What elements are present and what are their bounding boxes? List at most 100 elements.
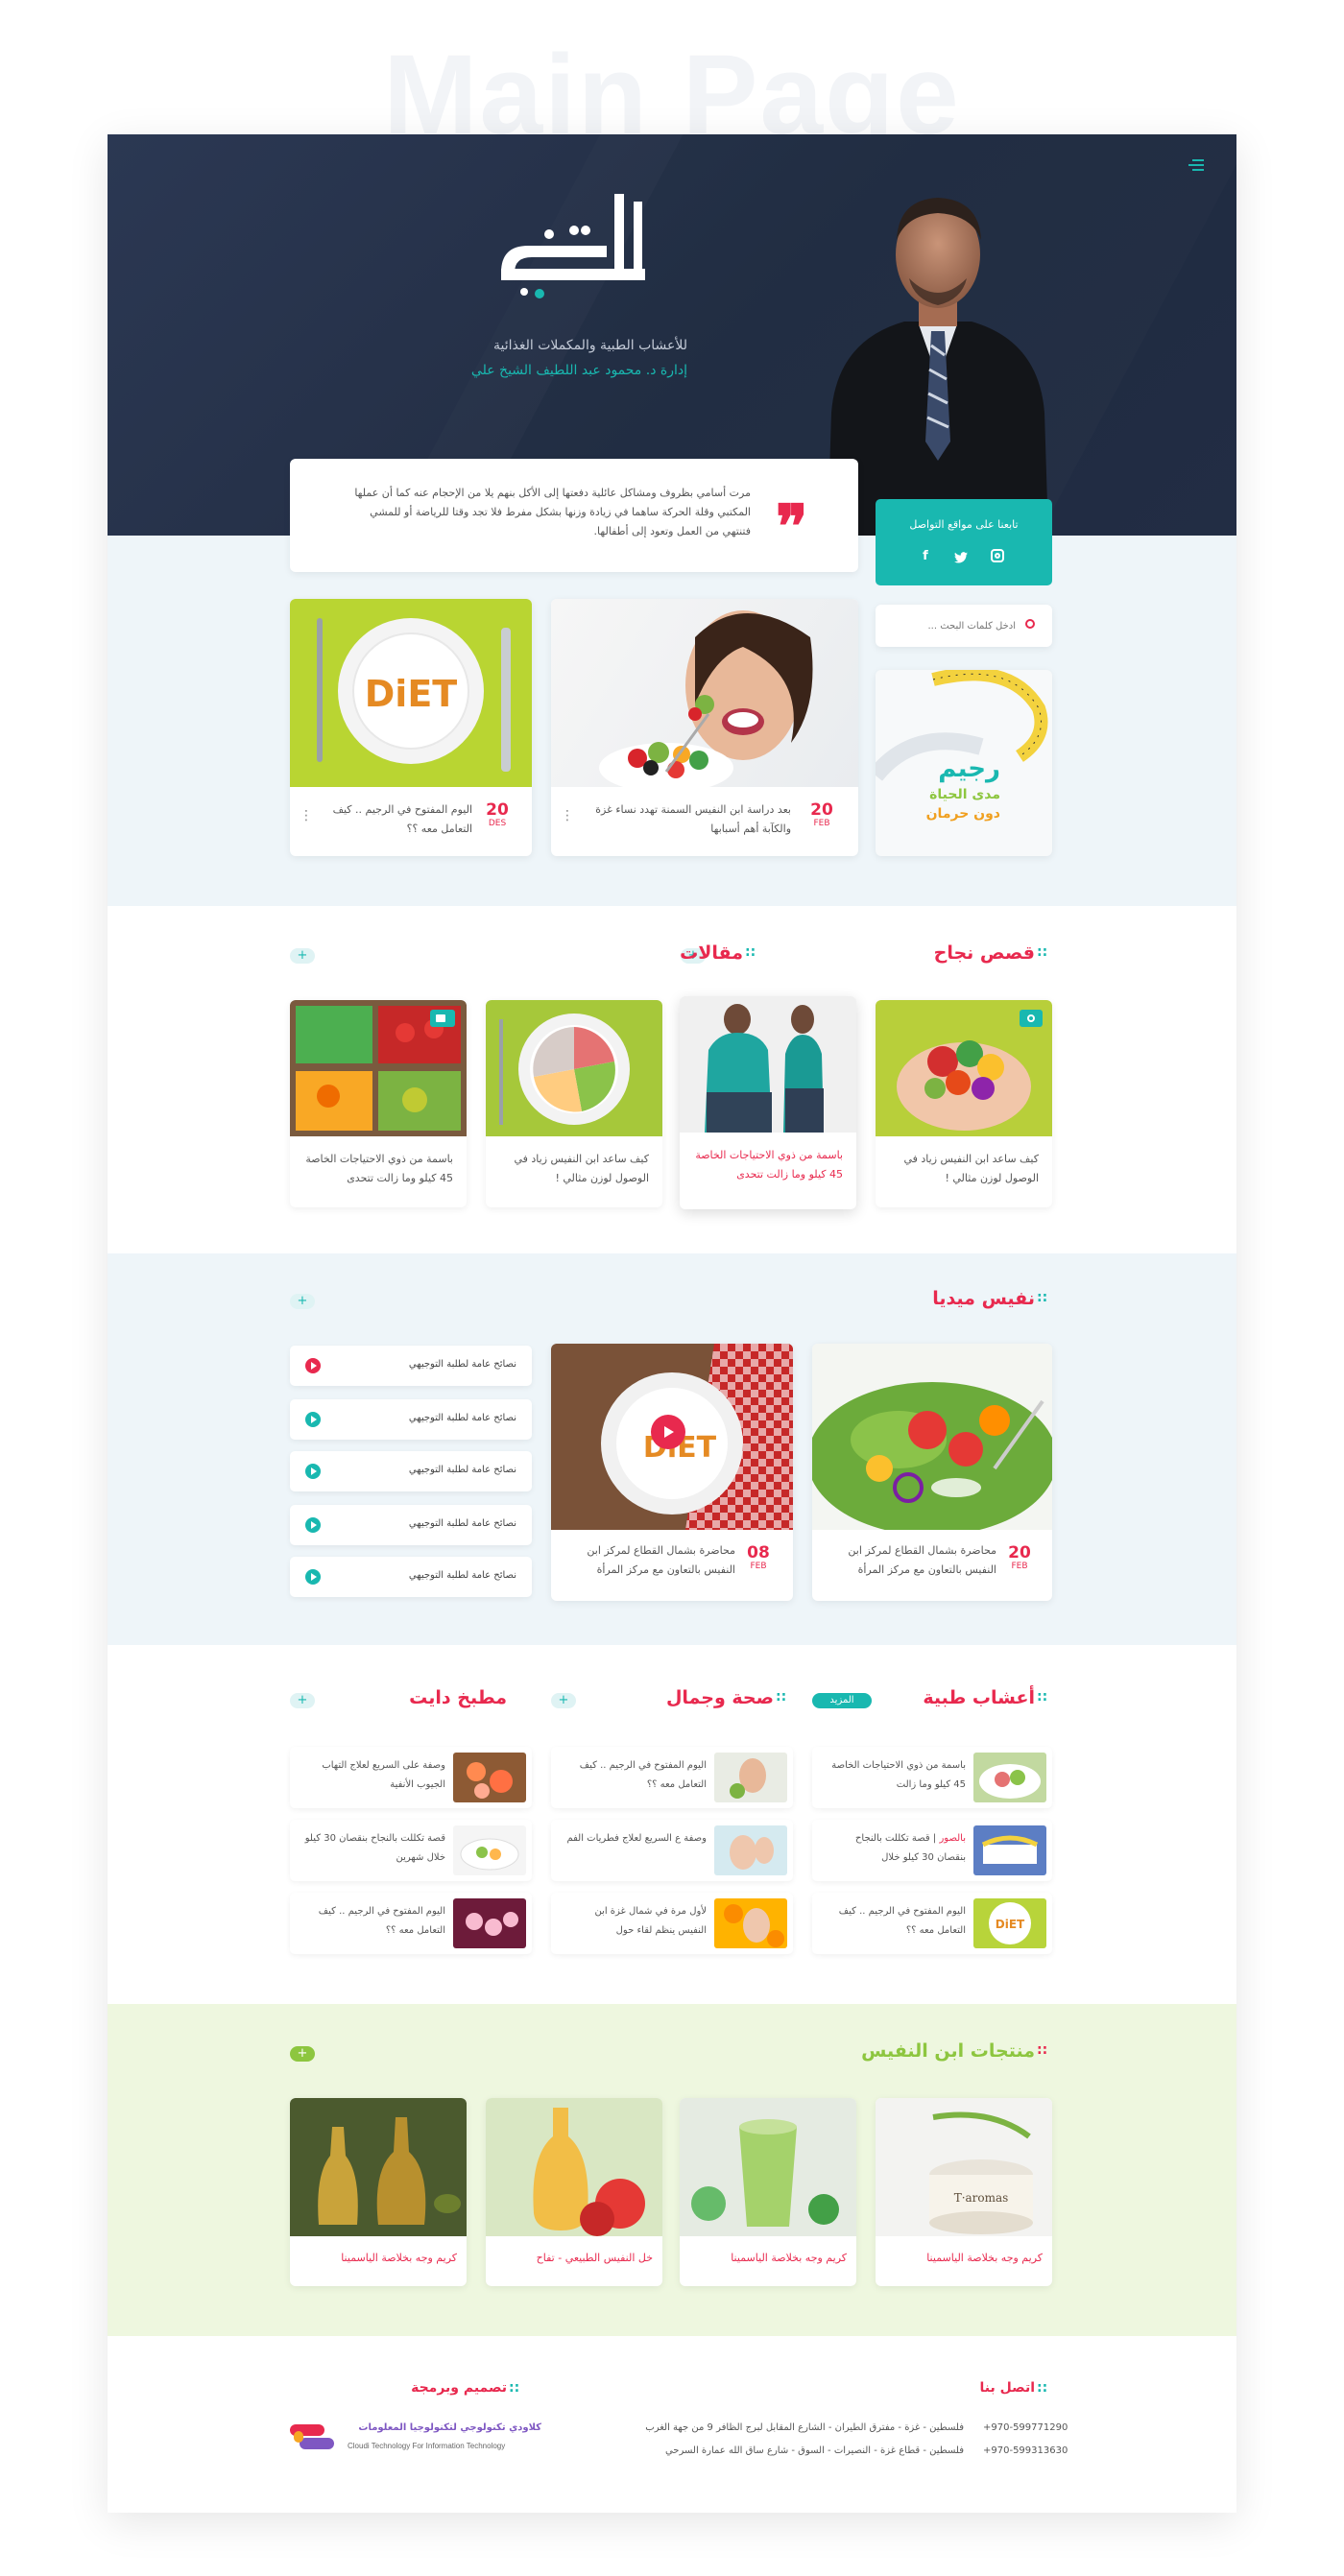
media-card-text: محاضرة بشمال القطاع لمركز ابن النفيس بال… <box>587 1544 735 1576</box>
product-image-olive-oil <box>290 2098 467 2236</box>
herb-text: بالصور | قصة تكللت بالنجاح بنقصان 30 كيل… <box>826 1829 966 1868</box>
date-month: FEB <box>750 1562 767 1571</box>
section-title-success: قصص نجاح <box>933 942 1035 964</box>
post-card[interactable]: DiET اليوم المفتوح في الرجيم .. كيف التع… <box>290 599 532 856</box>
kitchen-text: قصة تكللت بالنجاح بنقصان 30 كيلو خلال شه… <box>304 1833 445 1863</box>
story-card-active[interactable]: باسمة من ذوي الاحتياجات الخاصة 45 كيلو و… <box>680 996 856 1209</box>
herb-thumb-salad <box>973 1753 1046 1802</box>
phone-1[interactable]: +970-599771290 <box>983 2422 1068 2433</box>
post-card[interactable]: بعد دراسة ابن النفيس السمنة تهدد نساء غز… <box>551 599 858 856</box>
post-date: 20 FEB <box>803 800 841 829</box>
kitchen-list-item[interactable]: قصة تكللت بالنجاح بنقصان 30 كيلو خلال شه… <box>290 1820 532 1881</box>
address-2: فلسطين - قطاع غزة - النصيرات - السوق - ش… <box>664 2445 964 2456</box>
media-video-card[interactable]: DiET محاضرة بشمال القطاع لمركز ابن النفي… <box>551 1344 793 1601</box>
health-list-item[interactable]: اليوم المفتوح في الرجيم .. كيف التعامل م… <box>551 1747 793 1808</box>
more-options-icon[interactable]: ⋮ <box>561 809 574 823</box>
product-image-cream-jar: T·aromas <box>876 2098 1052 2236</box>
product-card[interactable]: كريم وجه بخلاصة الياسمينا <box>290 2098 467 2286</box>
article-text: باسمة من ذوي الاحتياجات الخاصة 45 كيلو و… <box>305 1153 453 1184</box>
post-image-diet-plate: DiET <box>290 599 532 787</box>
date-day: 08 <box>747 1543 770 1562</box>
quote-card: ❞ مرت أسامي بظروف ومشاكل عائلية دفعتها إ… <box>290 459 858 572</box>
play-icon[interactable] <box>305 1569 321 1585</box>
products-more-button[interactable]: + <box>290 2046 315 2062</box>
section-title-media: نفيس ميديا <box>932 1288 1035 1309</box>
quote-text: مرت أسامي بظروف ومشاكل عائلية دفعتها إلى… <box>354 487 751 537</box>
media-list-item[interactable]: نصائح عامة لطلبة التوجيهي <box>290 1557 532 1597</box>
diet-promo-banner[interactable]: رجيم مدى الحياة دون حرمان <box>876 670 1052 856</box>
product-card[interactable]: خل النفيس الطبيعي - تفاح <box>486 2098 662 2286</box>
camera-icon <box>1020 1010 1043 1027</box>
search-box[interactable] <box>876 605 1052 647</box>
section-dots-icon: :: <box>1037 1689 1048 1705</box>
search-input[interactable] <box>885 614 1016 637</box>
articles-more-button[interactable]: + <box>290 948 315 964</box>
post-image-woman-salad <box>551 599 858 787</box>
section-dots-icon: :: <box>1037 2042 1048 2058</box>
story-image-before-after <box>680 996 856 1133</box>
kitchen-list-item[interactable]: اليوم المفتوح في الرجيم .. كيف التعامل م… <box>290 1893 532 1954</box>
section-title-herbs: أعشاب طبية <box>923 1687 1035 1708</box>
article-card[interactable]: كيف ساعد ابن النفيس زياد في الوصول لوزن … <box>486 1000 662 1207</box>
media-card[interactable]: محاضرة بشمال القطاع لمركز ابن النفيس بال… <box>812 1344 1052 1601</box>
media-list-item[interactable]: نصائح عامة لطلبة التوجيهي <box>290 1451 532 1491</box>
article-card[interactable]: باسمة من ذوي الاحتياجات الخاصة 45 كيلو و… <box>290 1000 467 1207</box>
search-icon[interactable] <box>1025 619 1035 629</box>
hamburger-icon[interactable] <box>1188 159 1204 171</box>
media-list-item[interactable]: نصائح عامة لطلبة التوجيهي <box>290 1346 532 1386</box>
product-image-green-juice <box>680 2098 856 2236</box>
herb-list-item[interactable]: باسمة من ذوي الاحتياجات الخاصة 45 كيلو و… <box>812 1747 1052 1808</box>
media-list-item[interactable]: نصائح عامة لطلبة التوجيهي <box>290 1505 532 1545</box>
health-thumb-woman <box>714 1753 787 1802</box>
company-logo-icon[interactable] <box>290 2419 334 2455</box>
svg-text:DiET: DiET <box>996 1918 1025 1931</box>
health-thumb-orange <box>714 1898 787 1948</box>
promo-line1: رجيم <box>938 754 1000 783</box>
play-icon[interactable] <box>305 1464 321 1479</box>
svg-text:DiET: DiET <box>365 673 458 715</box>
twitter-icon[interactable] <box>954 549 970 564</box>
health-text: لأول مرة في شمال غزة ابن النفيس ينظم لقا… <box>594 1906 707 1936</box>
post-date: 20 DES <box>478 802 516 829</box>
section-title-articles: مقالات <box>680 942 743 964</box>
company-name-ar: كلاودي تكنولوجي لتكنولوجيا المعلومات <box>358 2422 541 2433</box>
more-options-icon[interactable]: ⋮ <box>300 809 313 823</box>
logo-text: النفيس <box>482 188 483 189</box>
media-list-item[interactable]: نصائح عامة لطلبة التوجيهي <box>290 1399 532 1440</box>
promo-line3: دون حرمان <box>925 806 1000 822</box>
product-card[interactable]: T·aromas كريم وجه بخلاصة الياسمينا <box>876 2098 1052 2286</box>
brand-logo[interactable]: النفيس <box>482 188 664 313</box>
health-list-item[interactable]: وصفة ع السريع لعلاج فطريات الفم <box>551 1820 793 1881</box>
page-frame: النفيس للأعشاب الطبية والمكملات الغذائية… <box>108 134 1236 2513</box>
herb-list-item[interactable]: بالصور | قصة تكللت بالنجاح بنقصان 30 كيل… <box>812 1820 1052 1881</box>
product-name: خل النفيس الطبيعي - تفاح <box>536 2252 653 2264</box>
health-thumb-face <box>714 1825 787 1875</box>
media-more-button[interactable]: + <box>290 1294 315 1309</box>
product-card[interactable]: كريم وجه بخلاصة الياسمينا <box>680 2098 856 2286</box>
video-camera-icon <box>430 1010 455 1027</box>
kitchen-list-item[interactable]: وصفة على السريع لعلاج التهاب الجيوب الأن… <box>290 1747 532 1808</box>
date-month: FEB <box>1011 1562 1028 1571</box>
health-list-item[interactable]: لأول مرة في شمال غزة ابن النفيس ينظم لقا… <box>551 1893 793 1954</box>
story-card[interactable]: كيف ساعد ابن النفيس زياد في الوصول لوزن … <box>876 1000 1052 1207</box>
article-image-plate <box>486 1000 662 1136</box>
section-title-kitchen: مطبخ دايت <box>409 1687 507 1708</box>
play-icon[interactable] <box>305 1412 321 1427</box>
facebook-icon[interactable]: f <box>918 549 933 564</box>
kitchen-thumb-shrimp <box>453 1753 526 1802</box>
products-section <box>108 2004 1236 2336</box>
play-icon[interactable] <box>305 1358 321 1373</box>
media-card-text: محاضرة بشمال القطاع لمركز ابن النفيس بال… <box>848 1544 996 1576</box>
post-text: بعد دراسة ابن النفيس السمنة تهدد نساء غز… <box>595 803 791 835</box>
play-icon[interactable] <box>305 1517 321 1533</box>
herb-list-item[interactable]: DiET اليوم المفتوح في الرجيم .. كيف التع… <box>812 1893 1052 1954</box>
herbs-more-button[interactable]: المزيد <box>812 1693 872 1708</box>
section-title-products: منتجات ابن النفيس <box>861 2040 1035 2062</box>
date-day: 20 <box>810 800 833 820</box>
date-month: DES <box>488 819 507 828</box>
health-more-button[interactable]: + <box>551 1693 576 1708</box>
phone-2[interactable]: +970-599313630 <box>983 2445 1068 2456</box>
instagram-icon[interactable] <box>991 549 1004 562</box>
kitchen-more-button[interactable]: + <box>290 1693 315 1708</box>
play-button[interactable] <box>651 1415 685 1449</box>
